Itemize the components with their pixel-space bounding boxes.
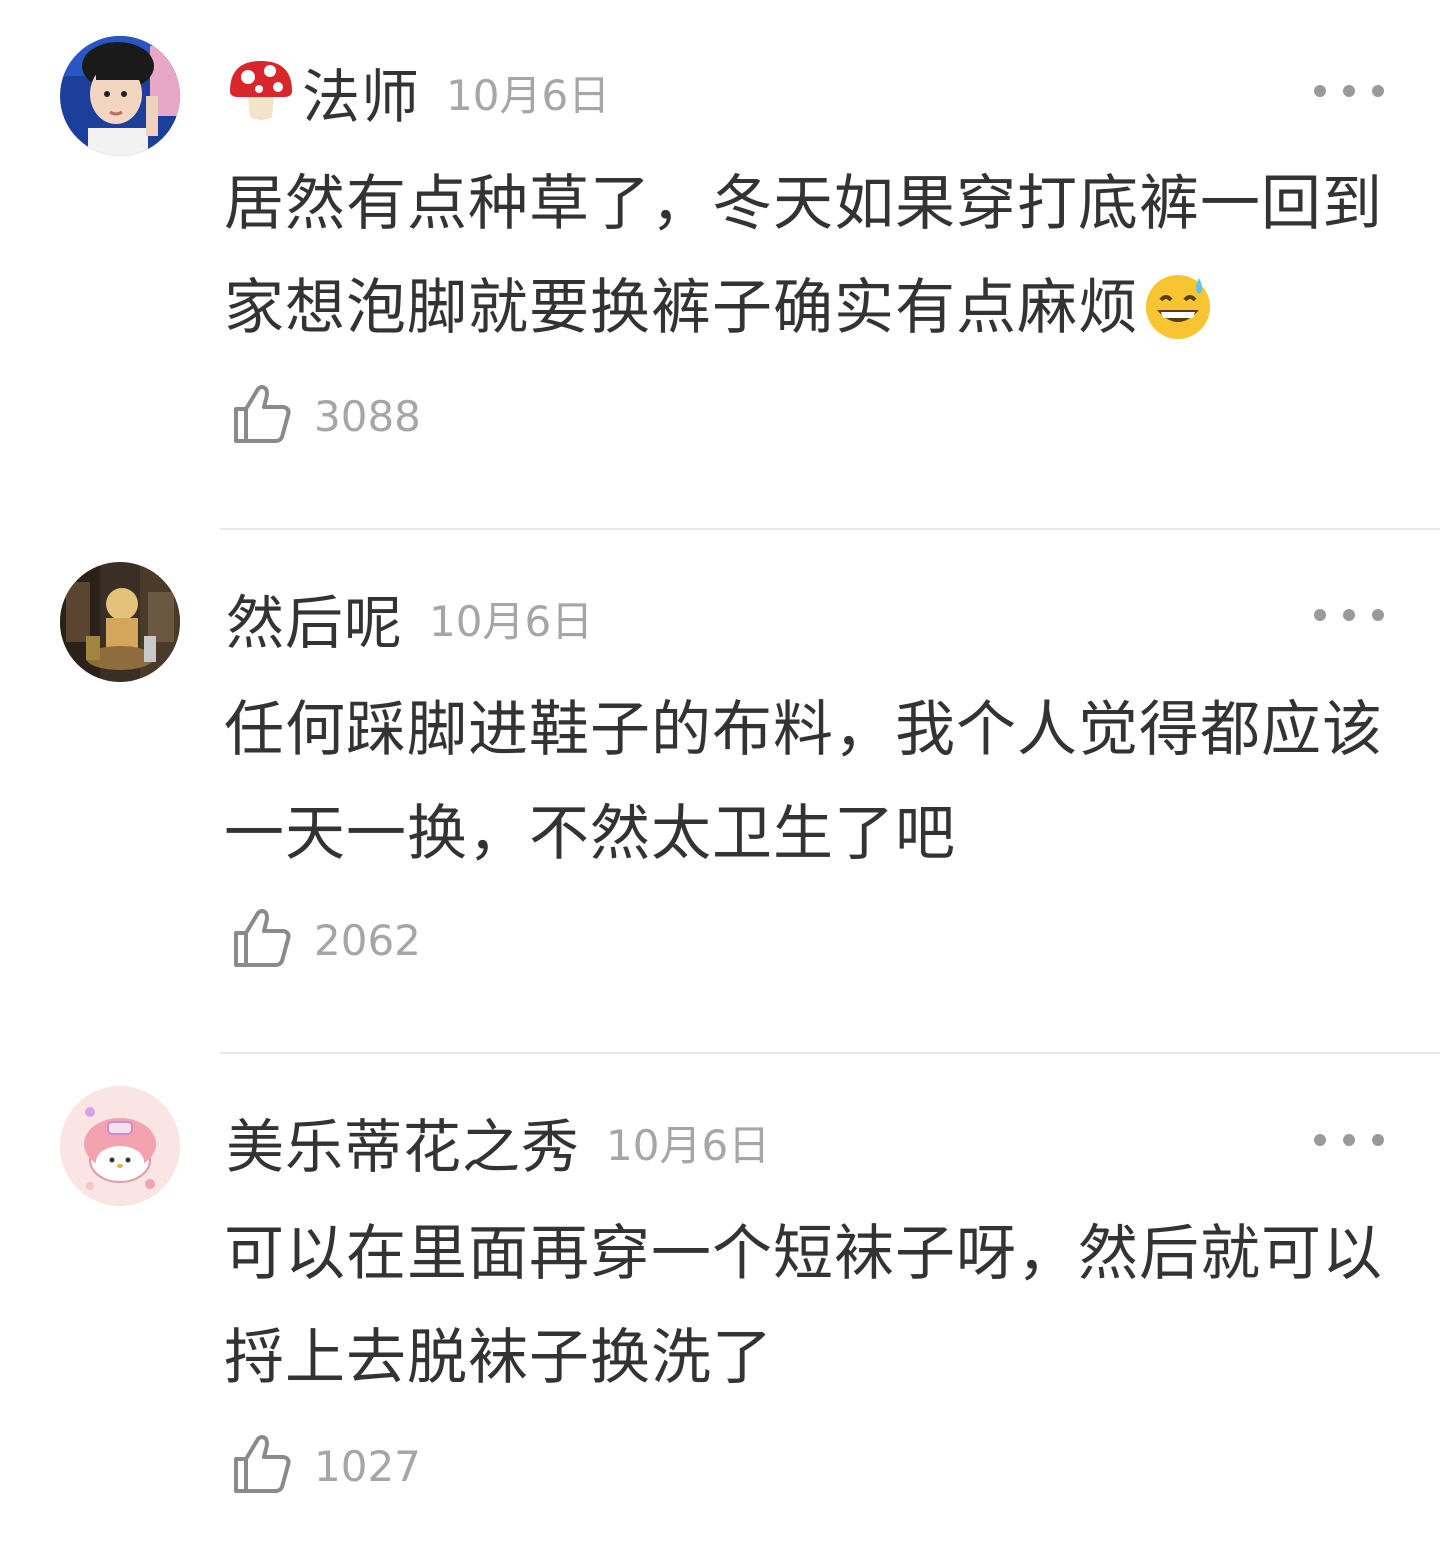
- avatar[interactable]: [60, 36, 180, 156]
- avatar-melody-icon: [60, 1086, 180, 1206]
- more-dot-icon: [1343, 609, 1355, 621]
- like-count: 2062: [314, 915, 421, 965]
- more-dot-icon: [1314, 609, 1326, 621]
- more-options-button[interactable]: [1314, 76, 1384, 106]
- avatar[interactable]: [60, 1086, 180, 1206]
- thumbs-up-icon: [232, 383, 292, 449]
- avatar-room-icon: [60, 562, 180, 682]
- more-dot-icon: [1314, 1134, 1326, 1146]
- username[interactable]: 然后呢: [226, 576, 403, 660]
- more-dot-icon: [1343, 1134, 1355, 1146]
- avatar[interactable]: [60, 562, 180, 682]
- more-dot-icon: [1343, 85, 1355, 97]
- comment-date: 10月6日: [429, 596, 594, 646]
- comment-header: 美乐蒂花之秀 10月6日: [226, 1102, 770, 1182]
- comment-header: 法师 10月6日: [226, 52, 610, 132]
- like-button[interactable]: 1027: [232, 1434, 421, 1498]
- like-button[interactable]: 3088: [232, 384, 421, 448]
- comment-text-content: 可以在里面再穿一个短袜子呀，然后就可以捋上去脱袜子换洗了: [224, 1219, 1383, 1393]
- thumbs-up-icon: [232, 1433, 292, 1499]
- more-dot-icon: [1372, 1134, 1384, 1146]
- comment-text: 居然有点种草了，冬天如果穿打底裤一回到家想泡脚就要换裤子确实有点麻烦: [224, 152, 1384, 374]
- more-dot-icon: [1372, 85, 1384, 97]
- like-button[interactable]: 2062: [232, 908, 421, 972]
- divider: [220, 528, 1440, 530]
- like-count: 3088: [314, 391, 421, 441]
- more-options-button[interactable]: [1314, 600, 1384, 630]
- more-dot-icon: [1372, 609, 1384, 621]
- more-dot-icon: [1314, 85, 1326, 97]
- thumbs-up-icon: [232, 907, 292, 973]
- avatar-boy-icon: [60, 36, 180, 156]
- mushroom-icon: [226, 55, 296, 129]
- username[interactable]: 法师: [302, 50, 420, 134]
- comment-text: 可以在里面再穿一个短袜子呀，然后就可以捋上去脱袜子换洗了: [224, 1202, 1384, 1410]
- username[interactable]: 美乐蒂花之秀: [226, 1100, 580, 1184]
- more-options-button[interactable]: [1314, 1125, 1384, 1155]
- grinning-sweat-emoji: [1143, 270, 1213, 374]
- comment-text: 任何踩脚进鞋子的布料，我个人觉得都应该一天一换，不然太卫生了吧: [224, 678, 1384, 886]
- comment-date: 10月6日: [606, 1120, 771, 1170]
- like-count: 1027: [314, 1441, 421, 1491]
- comment-header: 然后呢 10月6日: [226, 578, 593, 658]
- divider: [220, 1052, 1440, 1054]
- comment-date: 10月6日: [446, 70, 611, 120]
- comment-text-content: 任何踩脚进鞋子的布料，我个人觉得都应该一天一换，不然太卫生了吧: [224, 695, 1383, 869]
